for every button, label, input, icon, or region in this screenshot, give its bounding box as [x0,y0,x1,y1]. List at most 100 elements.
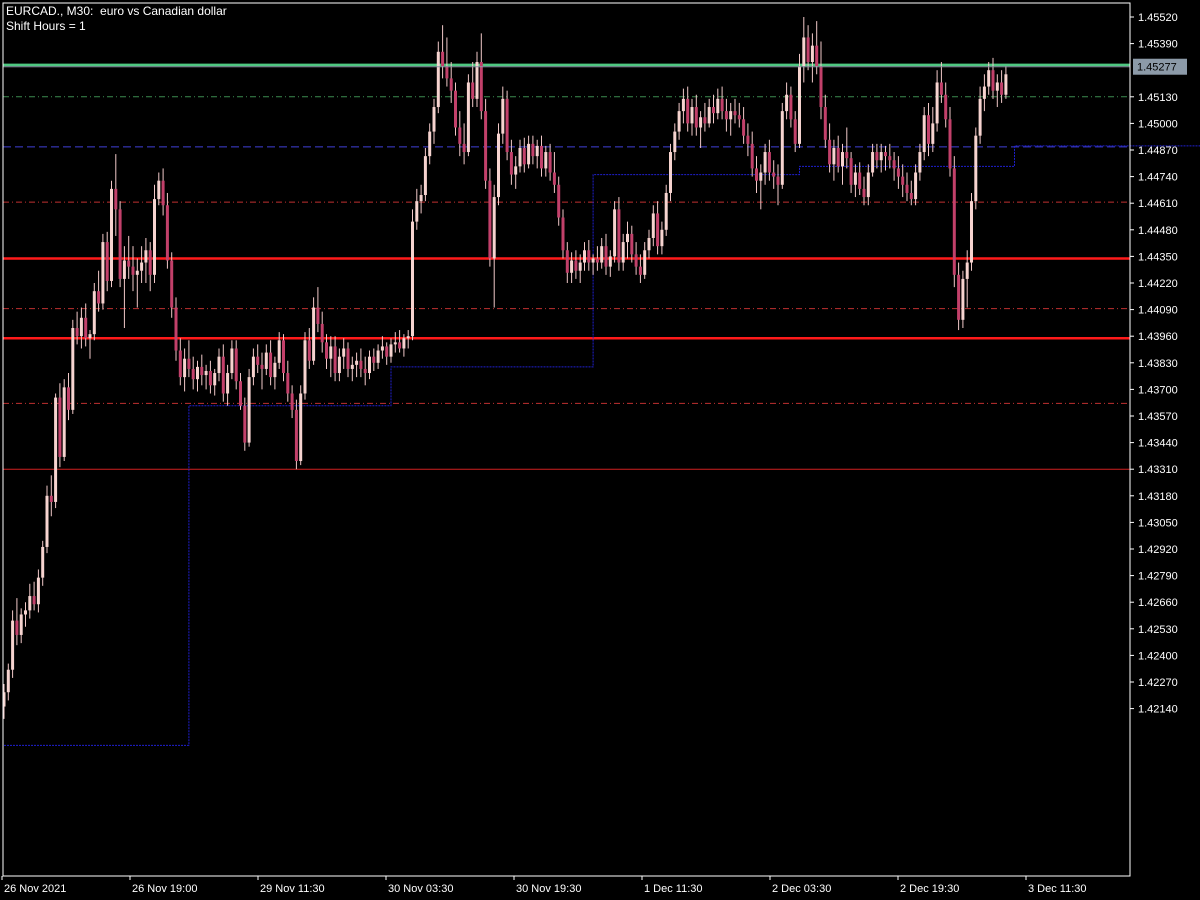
candle [411,209,414,341]
candle [587,240,591,271]
candle [948,107,952,177]
candle [535,139,539,169]
candle-body [509,152,513,175]
candle [651,205,655,247]
candle-body [260,364,264,369]
candle [832,139,836,181]
candle-body [660,229,664,247]
candle [67,373,70,421]
candle-body [497,133,500,198]
candle-body [729,111,733,120]
candle-body [505,98,509,153]
candle-body [415,201,419,222]
candle [694,94,698,136]
candle [866,164,870,206]
candle-body [454,90,457,128]
candle-body [11,620,15,670]
candle [918,143,922,181]
candle [183,348,187,392]
candle-body [251,356,255,378]
candle-body [346,348,350,369]
candle-body [802,37,806,67]
candle [71,319,75,414]
candle [716,88,720,120]
candle-body [6,669,10,693]
candle-body [45,495,49,547]
candle-body [492,197,496,259]
candle-body [970,201,973,263]
candle [316,287,320,333]
candle [750,131,754,177]
candle-body [759,172,763,181]
candle [187,340,191,378]
candle [944,82,948,128]
candle-body [931,123,935,144]
candle [789,86,793,128]
x-tick-label: 1 Dec 11:30 [644,883,703,895]
candle [574,250,578,279]
candle-body [445,66,449,79]
candle [1000,70,1004,103]
candle [97,270,101,312]
price-axis[interactable]: 1.45520 1.45390 1.45130 1.45000 1.44870 1.447… [1130,12,1178,716]
candle-body [88,334,92,339]
candle-body [140,262,144,271]
candle-body [153,199,156,275]
candle-body [118,209,122,279]
candle-body [196,366,199,380]
candle [208,360,212,394]
candle-body [28,596,32,611]
candle-body [664,192,668,230]
candle-body [905,184,909,193]
candle-body [595,258,599,263]
candle [307,328,311,369]
candle [699,111,703,148]
candle-body [36,577,40,605]
candle [161,168,165,216]
y-tick-label: 1.42660 [1138,597,1178,609]
candle-body [204,370,208,376]
candle [772,160,776,189]
candle [871,143,875,177]
y-tick-label: 1.42920 [1138,544,1178,556]
candle-body [535,145,539,157]
candle [505,90,509,161]
candle [970,192,973,271]
candle [337,348,341,382]
candle [28,583,32,619]
candle-body [832,147,836,165]
candle [174,297,178,361]
candle [346,342,350,378]
candle [110,180,113,288]
candle [299,385,303,466]
candle [617,197,621,271]
candle [664,184,668,236]
candle-body [965,262,969,279]
candle [419,184,423,214]
candle [853,164,857,198]
candle [230,340,234,380]
x-tick-label: 30 Nov 19:30 [516,883,581,895]
candle-body [823,107,827,140]
candle-body [161,180,165,206]
candle-body [548,152,552,173]
candle-body [647,237,651,251]
candle-body [174,307,178,351]
candle-body [948,119,952,169]
candle [62,379,66,462]
candle [54,393,58,509]
candle [105,231,109,292]
candle [1004,66,1008,99]
candle [823,94,827,148]
candle-body [677,111,681,132]
candle [303,332,307,400]
candle-body [557,184,561,218]
candle-body [763,152,767,173]
candle [488,168,492,267]
candle-body [432,107,436,132]
candle-body [355,360,359,365]
step-line-path [4,145,1200,746]
time-axis[interactable]: 26 Nov 2021 26 Nov 19:00 29 Nov 11:30 30 No… [1,876,1087,895]
y-tick-label: 1.43700 [1138,384,1178,396]
candle [686,86,690,132]
